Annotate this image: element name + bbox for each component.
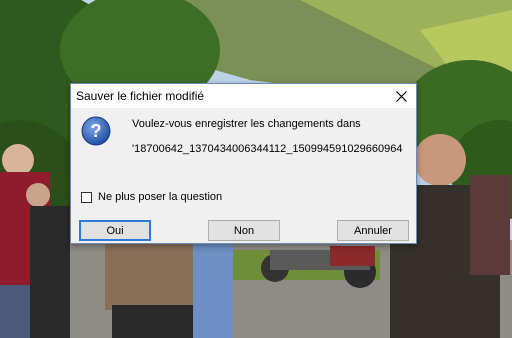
dont-ask-again-row[interactable]: Ne plus poser la question xyxy=(81,191,222,203)
dialog-filename: '18700642_1370434006344112_1509945910296… xyxy=(132,143,403,155)
close-icon xyxy=(395,90,407,102)
yes-button[interactable]: Oui xyxy=(79,220,151,241)
close-button[interactable] xyxy=(386,84,416,108)
question-icon: ? xyxy=(81,116,111,146)
cancel-button[interactable]: Annuler xyxy=(337,220,409,241)
dialog-message: Voulez-vous enregistrer les changements … xyxy=(132,118,361,130)
save-dialog: Sauver le fichier modifié ? Voulez-vous … xyxy=(70,83,417,244)
dialog-titlebar: Sauver le fichier modifié xyxy=(71,84,416,108)
svg-text:?: ? xyxy=(91,121,102,141)
dialog-title: Sauver le fichier modifié xyxy=(76,89,205,103)
no-button[interactable]: Non xyxy=(208,220,280,241)
dont-ask-again-label: Ne plus poser la question xyxy=(98,191,223,203)
dont-ask-again-checkbox[interactable] xyxy=(81,191,92,203)
